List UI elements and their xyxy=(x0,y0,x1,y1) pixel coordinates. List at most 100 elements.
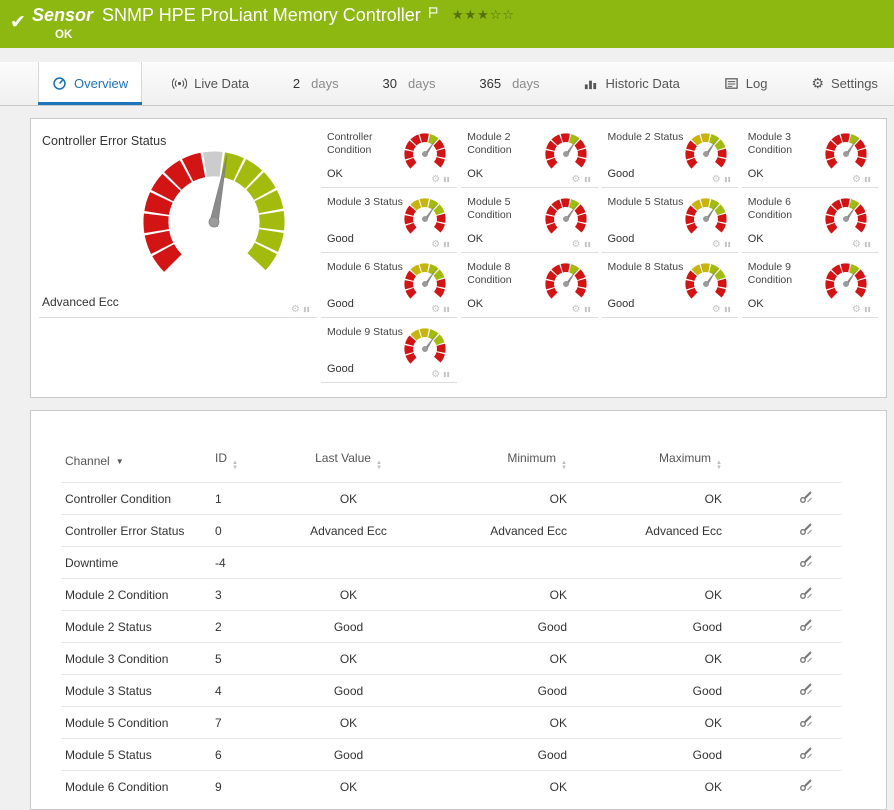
priority-stars[interactable]: ★★★☆☆ xyxy=(452,7,515,23)
channel-settings-icon[interactable] xyxy=(799,618,813,632)
pause-icon[interactable] xyxy=(584,176,591,183)
gauge-tile[interactable]: Module 5 Condition OK ⚙ xyxy=(461,188,598,253)
pause-icon[interactable] xyxy=(443,306,450,313)
gear-icon[interactable]: ⚙ xyxy=(852,304,861,315)
gear-icon[interactable]: ⚙ xyxy=(572,239,581,250)
table-row[interactable]: Downtime -4 xyxy=(61,546,841,579)
gauge-value: OK xyxy=(747,168,764,180)
tab-live-data[interactable]: Live Data xyxy=(158,62,263,105)
minimum-value: OK xyxy=(406,482,571,515)
pause-icon[interactable] xyxy=(724,306,731,313)
gauge-title: Module 2 Condition xyxy=(467,131,512,157)
channel-settings-icon[interactable] xyxy=(799,522,813,536)
table-row[interactable]: Module 5 Status 6 Good Good Good xyxy=(61,738,841,771)
gauge-dial xyxy=(402,326,448,372)
pause-icon[interactable] xyxy=(864,176,871,183)
tab-365-days[interactable]: 365 days xyxy=(465,62,553,105)
flag-icon[interactable] xyxy=(428,6,439,19)
last-value: Good xyxy=(291,738,406,771)
gauge-title: Controller Condition xyxy=(327,131,373,157)
column-header-last-value[interactable]: Last Value ▲ ▼ xyxy=(291,445,406,483)
gear-icon[interactable]: ⚙ xyxy=(431,174,440,185)
channel-settings-icon[interactable] xyxy=(799,746,813,760)
channel-actions-cell xyxy=(726,610,841,643)
channel-id: 9 xyxy=(211,770,291,802)
gauge-tile[interactable]: Module 2 Status Good ⚙ xyxy=(601,123,738,188)
pause-icon[interactable] xyxy=(584,306,591,313)
gauge-dial xyxy=(402,261,448,307)
pause-icon[interactable] xyxy=(443,371,450,378)
tab-overview[interactable]: Overview xyxy=(38,62,143,105)
gauge-actions: ⚙ xyxy=(431,174,450,185)
historic-data-icon xyxy=(583,76,598,91)
pause-icon[interactable] xyxy=(724,241,731,248)
gear-icon[interactable]: ⚙ xyxy=(431,369,440,380)
gauge-tile[interactable]: Module 5 Status Good ⚙ xyxy=(601,188,738,253)
channel-settings-icon[interactable] xyxy=(799,554,813,568)
channel-settings-icon[interactable] xyxy=(799,586,813,600)
table-row[interactable]: Controller Condition 1 OK OK OK xyxy=(61,482,841,515)
gauge-tile[interactable]: Module 6 Status Good ⚙ xyxy=(321,253,458,318)
column-header-minimum[interactable]: Minimum ▲ ▼ xyxy=(406,445,571,483)
table-row[interactable]: Module 3 Status 4 Good Good Good xyxy=(61,674,841,707)
gear-icon[interactable]: ⚙ xyxy=(712,174,721,185)
tab-bar: Overview Live Data 2 days 30 days 365 days … xyxy=(0,62,894,106)
channel-settings-icon[interactable] xyxy=(799,650,813,664)
channel-actions-cell xyxy=(726,738,841,771)
gauge-tile[interactable]: Module 8 Status Good ⚙ xyxy=(601,253,738,318)
column-header-channel[interactable]: Channel ▼ xyxy=(61,445,211,483)
pause-icon[interactable] xyxy=(443,176,450,183)
gauge-tile[interactable]: Module 9 Condition OK ⚙ xyxy=(741,253,878,318)
gauge-tile[interactable]: Module 3 Condition OK ⚙ xyxy=(741,123,878,188)
gauge-tile[interactable]: Module 6 Condition OK ⚙ xyxy=(741,188,878,253)
table-row[interactable]: Controller Error Status 0 Advanced Ecc A… xyxy=(61,514,841,547)
stars-empty: ☆☆ xyxy=(489,7,516,22)
gauge-actions: ⚙ xyxy=(712,304,731,315)
gear-icon[interactable]: ⚙ xyxy=(712,239,721,250)
tab-log[interactable]: Log xyxy=(710,62,782,105)
gauge-value: Advanced Ecc xyxy=(42,295,119,309)
table-row[interactable]: Module 2 Condition 3 OK OK OK xyxy=(61,578,841,611)
gauge-actions: ⚙ xyxy=(291,304,310,315)
gear-icon[interactable]: ⚙ xyxy=(291,304,300,315)
gauge-tile[interactable]: Module 8 Condition OK ⚙ xyxy=(461,253,598,318)
tab-30-days[interactable]: 30 days xyxy=(369,62,450,105)
tab-historic-data[interactable]: Historic Data xyxy=(569,62,693,105)
gear-icon[interactable]: ⚙ xyxy=(572,304,581,315)
channel-name: Controller Error Status xyxy=(61,514,211,547)
last-value: Advanced Ecc xyxy=(291,514,406,547)
column-header-id[interactable]: ID ▲ ▼ xyxy=(211,445,291,483)
channel-settings-icon[interactable] xyxy=(799,714,813,728)
minimum-value: OK xyxy=(406,578,571,611)
tab-2-days[interactable]: 2 days xyxy=(279,62,353,105)
tab-label: Live Data xyxy=(194,76,250,91)
channel-id: 3 xyxy=(211,578,291,611)
channel-settings-icon[interactable] xyxy=(799,490,813,504)
table-row[interactable]: Module 2 Status 2 Good Good Good xyxy=(61,610,841,643)
pause-icon[interactable] xyxy=(584,241,591,248)
gear-icon[interactable]: ⚙ xyxy=(572,174,581,185)
channel-settings-icon[interactable] xyxy=(799,682,813,696)
pause-icon[interactable] xyxy=(724,176,731,183)
pause-icon[interactable] xyxy=(864,241,871,248)
tab-settings[interactable]: ⚙ Settings xyxy=(797,62,892,105)
table-row[interactable]: Module 6 Condition 9 OK OK OK xyxy=(61,770,841,802)
gear-icon[interactable]: ⚙ xyxy=(852,239,861,250)
pause-icon[interactable] xyxy=(443,241,450,248)
column-header-maximum[interactable]: Maximum ▲ ▼ xyxy=(571,445,726,483)
pause-icon[interactable] xyxy=(864,306,871,313)
gauge-tile[interactable]: Module 2 Condition OK ⚙ xyxy=(461,123,598,188)
pause-icon[interactable] xyxy=(303,306,310,313)
gear-icon[interactable]: ⚙ xyxy=(431,304,440,315)
gauge-tile[interactable]: Module 3 Status Good ⚙ xyxy=(321,188,458,253)
gauge-tile-primary[interactable]: Controller Error Status Advanced Ecc ⚙ xyxy=(39,123,317,318)
gear-icon[interactable]: ⚙ xyxy=(712,304,721,315)
gear-icon[interactable]: ⚙ xyxy=(431,239,440,250)
gauge-tile[interactable]: Module 9 Status Good ⚙ xyxy=(321,318,458,383)
gear-icon[interactable]: ⚙ xyxy=(852,174,861,185)
gauge-actions: ⚙ xyxy=(431,304,450,315)
maximum-value xyxy=(571,546,726,579)
table-row[interactable]: Module 3 Condition 5 OK OK OK xyxy=(61,642,841,675)
channel-settings-icon[interactable] xyxy=(799,778,813,792)
gauge-tile[interactable]: Controller Condition OK ⚙ xyxy=(321,123,458,188)
